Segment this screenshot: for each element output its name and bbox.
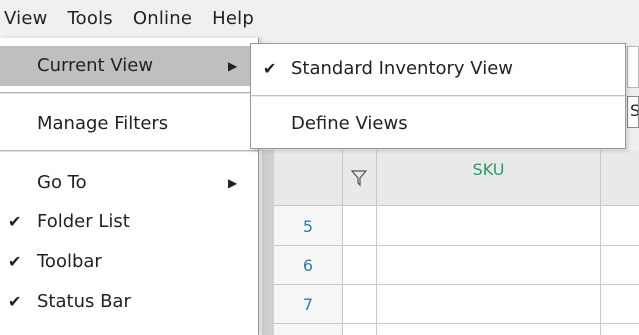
submenu-item-define-views[interactable]: Define Views	[251, 100, 625, 148]
row-number-5[interactable]: 5	[274, 207, 342, 246]
standard-inventory-view-label: Standard Inventory View	[291, 58, 514, 79]
menu-online[interactable]: Online	[123, 0, 202, 38]
check-icon: ✔	[8, 252, 22, 271]
menu-separator	[0, 92, 258, 94]
search-field-text: S	[630, 101, 638, 120]
submenu-arrow-icon: ▶	[228, 59, 238, 73]
check-icon: ✔	[8, 212, 22, 231]
row-number-7[interactable]: 7	[274, 285, 342, 324]
menu-item-status-bar[interactable]: ✔ Status Bar	[0, 282, 258, 322]
submenu-item-standard-inventory-view[interactable]: ✔ Standard Inventory View	[251, 45, 625, 93]
grid-splitter[interactable]	[262, 150, 274, 335]
go-to-label: Go To	[37, 172, 87, 193]
menu-item-folder-list[interactable]: ✔ Folder List	[0, 202, 258, 242]
define-views-label: Define Views	[291, 113, 408, 134]
menu-separator	[251, 95, 625, 97]
toolbar-label: Toolbar	[37, 251, 102, 272]
menu-item-current-view[interactable]: Current View ▶	[0, 46, 258, 86]
check-icon: ✔	[263, 59, 277, 78]
folder-list-label: Folder List	[37, 211, 130, 232]
submenu-arrow-icon: ▶	[228, 176, 238, 190]
toolbar-button-partial[interactable]	[627, 46, 639, 88]
sku-column-header[interactable]: SKU	[376, 150, 601, 190]
current-view-label: Current View	[37, 55, 154, 76]
menu-item-manage-filters[interactable]: Manage Filters	[0, 104, 258, 144]
manage-filters-label: Manage Filters	[37, 113, 169, 134]
current-view-submenu: ✔ Standard Inventory View Define Views	[250, 43, 626, 149]
menu-separator	[0, 150, 258, 152]
menu-item-go-to[interactable]: Go To ▶	[0, 163, 258, 203]
menu-help[interactable]: Help	[202, 0, 264, 38]
view-menu-dropdown: Current View ▶ Manage Filters Go To ▶ ✔ …	[0, 38, 259, 335]
status-bar-label: Status Bar	[37, 291, 131, 312]
filter-icon[interactable]	[342, 150, 376, 206]
menu-view[interactable]: View	[0, 0, 58, 38]
row-number-6[interactable]: 6	[274, 246, 342, 285]
menu-item-toolbar[interactable]: ✔ Toolbar	[0, 242, 258, 282]
menu-bar: View Tools Online Help	[0, 0, 639, 38]
search-field-partial[interactable]: S	[627, 96, 639, 128]
check-icon: ✔	[8, 292, 22, 311]
menu-tools[interactable]: Tools	[58, 0, 123, 38]
